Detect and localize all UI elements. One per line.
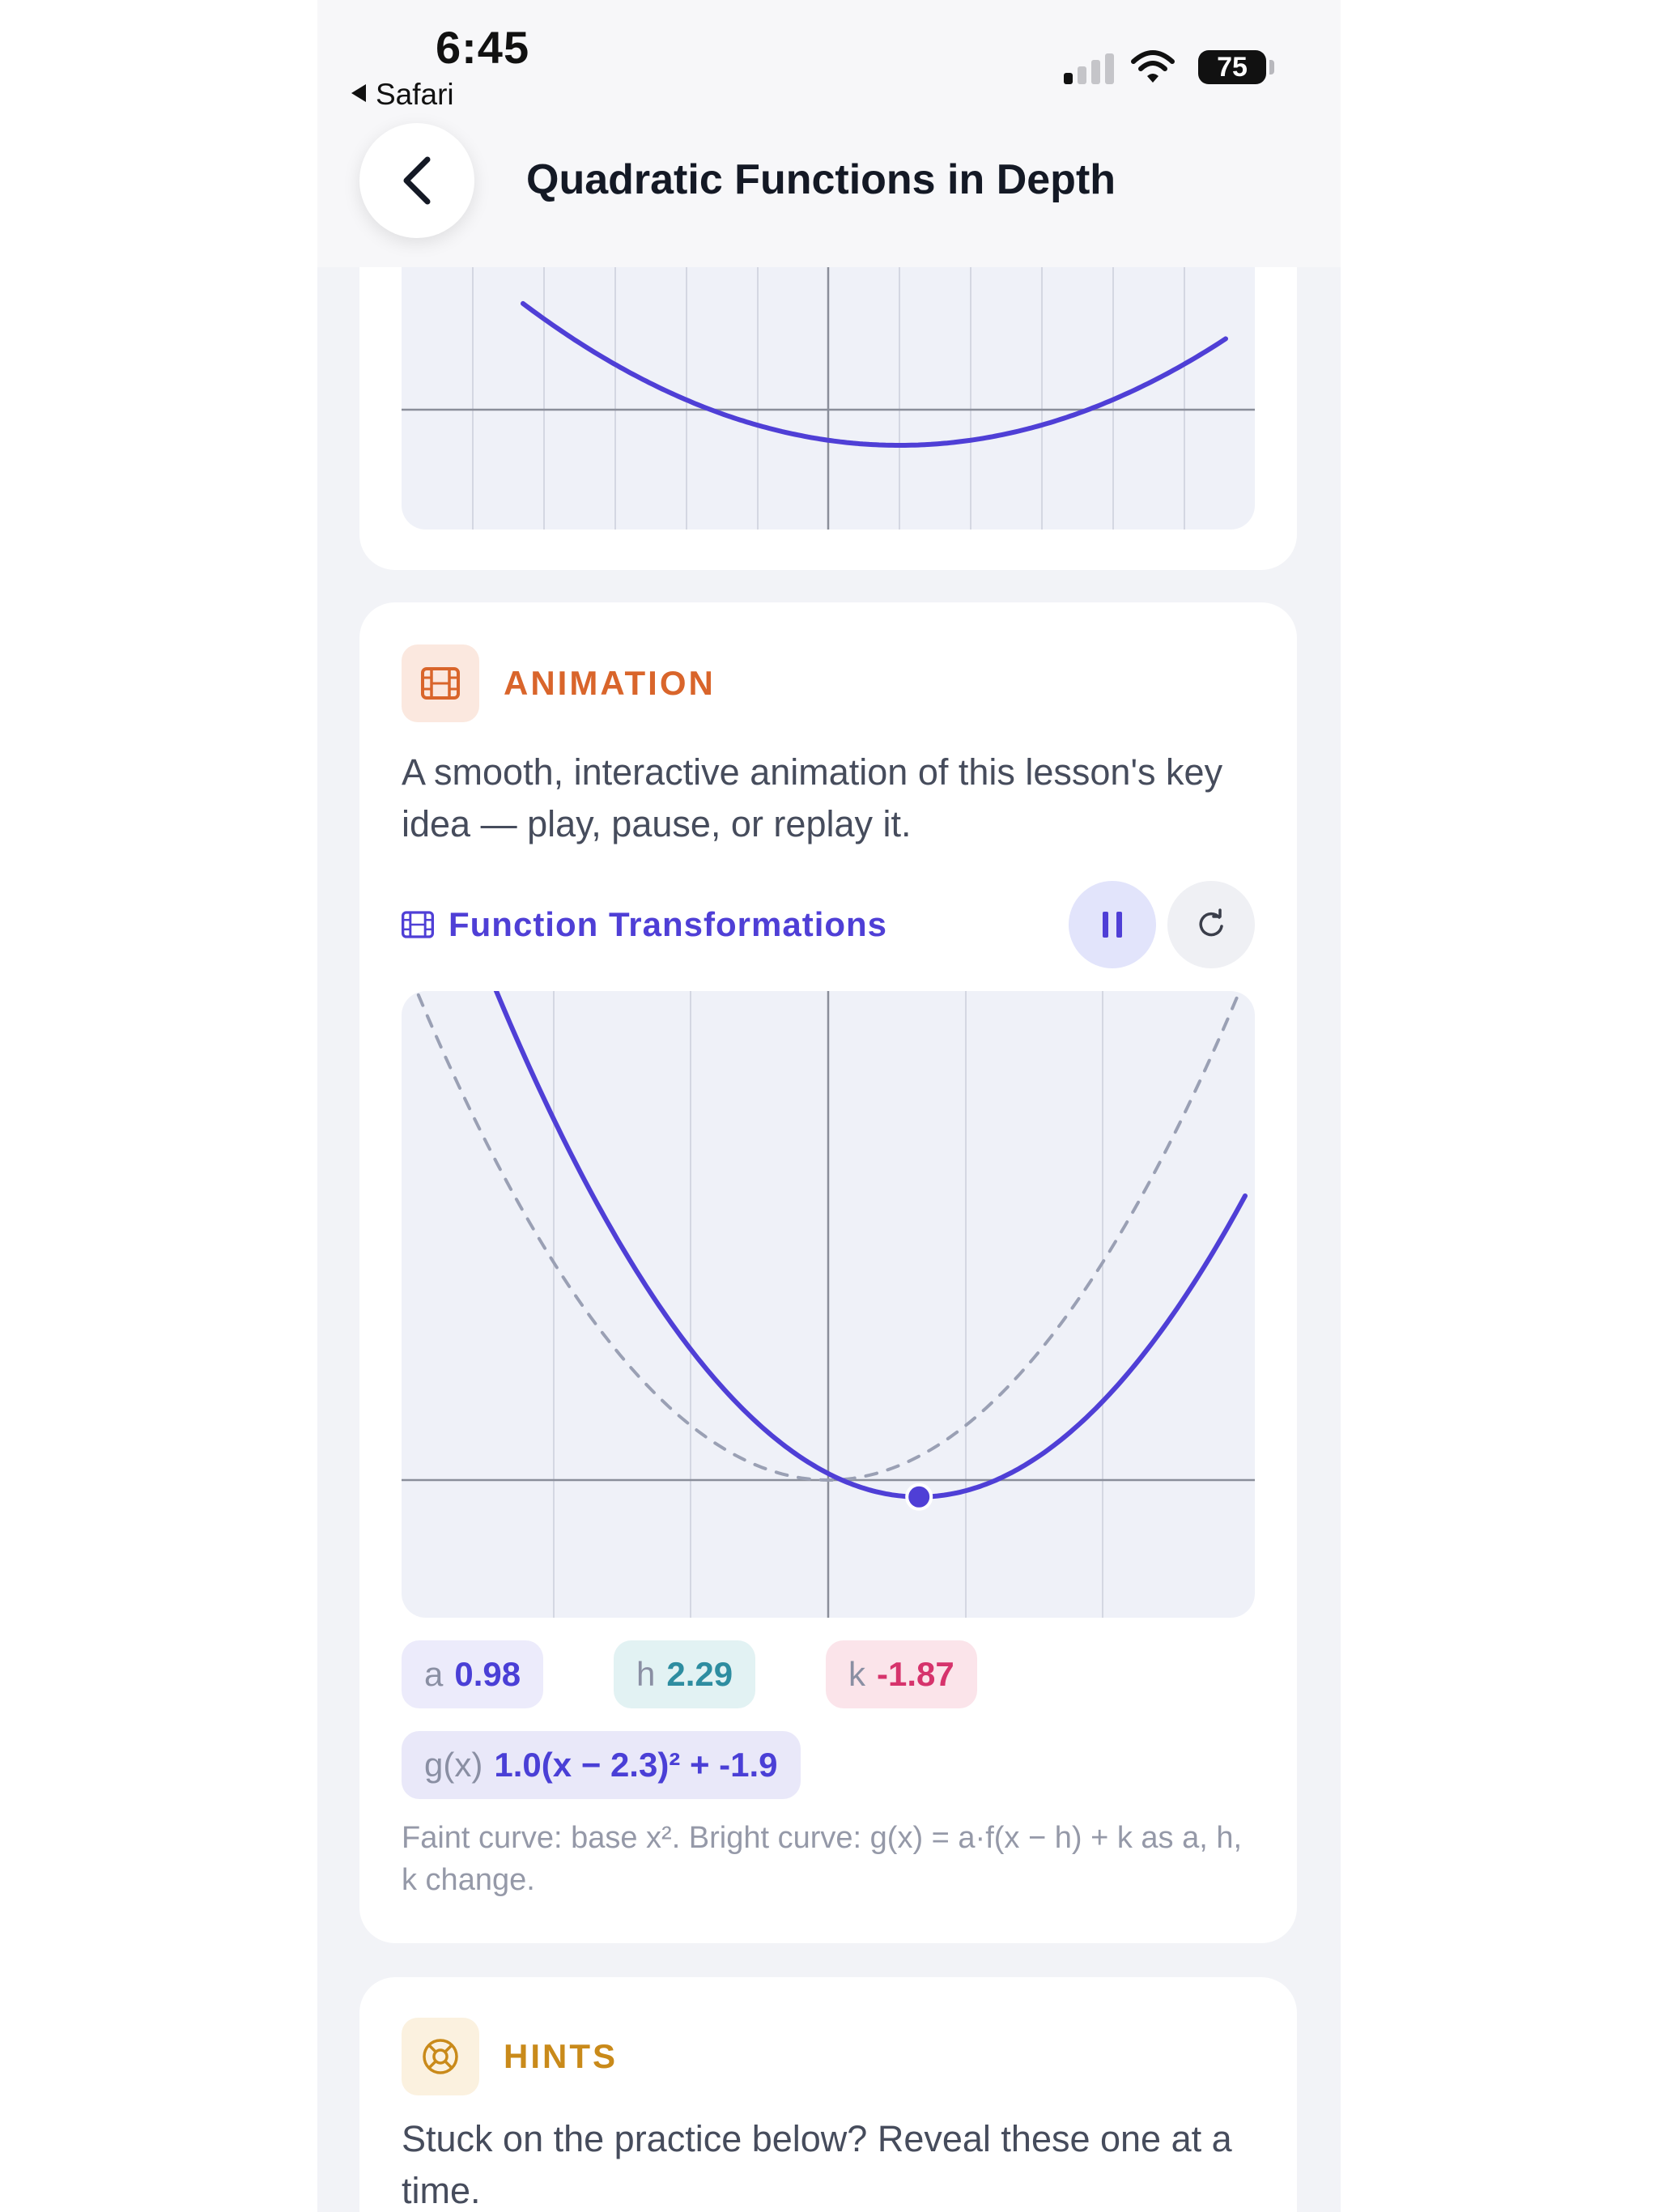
animation-card: ANIMATION A smooth, interactive animatio…	[359, 602, 1297, 1943]
back-app-label: Safari	[376, 78, 454, 111]
animation-header: ANIMATION	[402, 644, 716, 722]
battery-icon: 75	[1198, 50, 1266, 84]
film-icon	[402, 911, 434, 938]
demo-title: Function Transformations	[402, 905, 887, 944]
status-time: 6:45	[436, 22, 530, 73]
top-graph-curve	[521, 300, 1228, 448]
vertex-point[interactable]	[905, 1482, 933, 1511]
lifebuoy-icon	[402, 2018, 479, 2095]
animation-caption: Faint curve: base x². Bright curve: g(x)…	[402, 1821, 1243, 1897]
battery-tip	[1269, 60, 1274, 74]
film-icon	[402, 644, 479, 722]
wifi-icon	[1131, 50, 1175, 83]
formula-chip: g(x) 1.0(x − 2.3)² + -1.9	[402, 1731, 801, 1799]
chevron-left-icon	[403, 156, 431, 205]
back-to-app[interactable]: Safari	[351, 78, 454, 112]
animation-description: A smooth, interactive animation of this …	[402, 751, 1223, 844]
top-bar: 6:45 Safari 75 Quadratic Functions in De…	[317, 0, 1341, 267]
formula-label: g(x)	[424, 1746, 483, 1784]
demo-title-text: Function Transformations	[449, 905, 888, 943]
param-h-value: 2.29	[666, 1655, 733, 1693]
back-button[interactable]	[359, 123, 474, 238]
param-a-chip: a 0.98	[402, 1640, 544, 1708]
phone-screen: ANIMATION A smooth, interactive animatio…	[317, 0, 1341, 2212]
param-h-chip: h 2.29	[614, 1640, 756, 1708]
param-k-value: -1.87	[877, 1655, 954, 1693]
param-a-label: a	[424, 1655, 444, 1693]
param-h-label: h	[636, 1655, 656, 1693]
hints-label: HINTS	[504, 2037, 618, 2075]
formula-value: 1.0(x − 2.3)² + -1.9	[494, 1746, 778, 1784]
hints-header: HINTS	[402, 2018, 618, 2095]
animation-label: ANIMATION	[504, 664, 716, 702]
param-a-value: 0.98	[454, 1655, 521, 1693]
page-title: Quadratic Functions in Depth	[526, 156, 1116, 203]
pause-icon	[1103, 912, 1122, 938]
param-k-label: k	[848, 1655, 865, 1693]
replay-icon	[1199, 908, 1223, 937]
hints-description: Stuck on the practice below? Reveal thes…	[402, 2118, 1232, 2211]
demo-header: Function Transformations	[402, 881, 1255, 970]
animation-graph	[402, 991, 1255, 1618]
pause-button[interactable]	[1069, 881, 1156, 968]
replay-button[interactable]	[1167, 881, 1255, 968]
param-k-chip: k -1.87	[826, 1640, 977, 1708]
back-triangle-icon	[351, 84, 366, 102]
transformed-curve	[493, 991, 1248, 1499]
animation-graph-svg	[402, 991, 1255, 1618]
cellular-signal-icon	[1064, 52, 1114, 84]
hints-card: HINTS Stuck on the practice below? Revea…	[359, 1977, 1297, 2212]
